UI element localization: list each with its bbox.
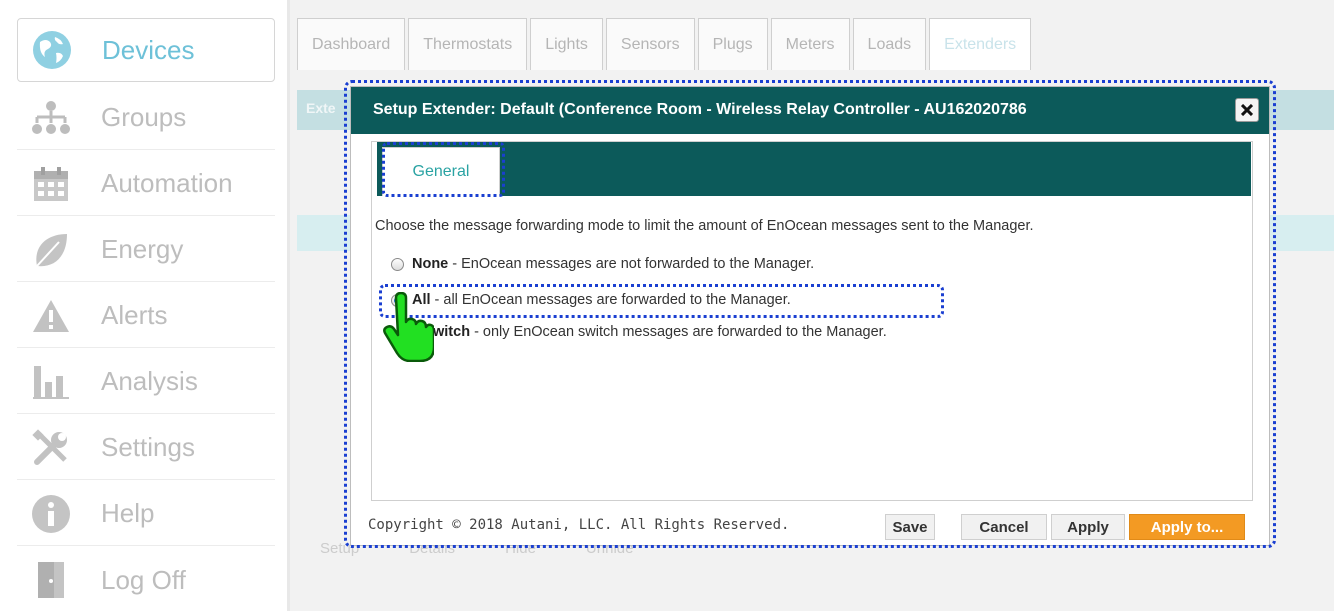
save-button[interactable]: Save <box>885 514 935 540</box>
option-none-text: - EnOcean messages are not forwarded to … <box>452 256 815 272</box>
apply-to-button[interactable]: Apply to... <box>1129 514 1245 540</box>
org-chart-icon <box>29 96 73 140</box>
leaf-icon <box>29 228 73 272</box>
apply-button[interactable]: Apply <box>1051 514 1125 540</box>
sidebar-item-label: Automation <box>101 168 233 198</box>
sidebar-item-groups[interactable]: Groups <box>17 86 275 150</box>
tab-thermostats[interactable]: Thermostats <box>408 18 528 70</box>
sidebar-item-label: Energy <box>101 234 184 264</box>
sidebar-item-energy[interactable]: Energy <box>17 218 275 282</box>
option-none-name: None <box>412 256 449 272</box>
sidebar-item-log-off[interactable]: Log Off <box>17 548 275 612</box>
sidebar-item-automation[interactable]: Automation <box>17 152 275 216</box>
dialog-header: Setup Extender: Default (Conference Room… <box>351 87 1269 134</box>
radio-none[interactable] <box>391 257 404 271</box>
sidebar-item-label: Devices <box>102 34 195 65</box>
tab-plugs[interactable]: Plugs <box>697 18 768 70</box>
forwarding-description: Choose the message forwarding mode to li… <box>375 218 1034 234</box>
sidebar-item-analysis[interactable]: Analysis <box>17 350 275 414</box>
option-all-text: - all EnOcean messages are forwarded to … <box>434 292 791 308</box>
bar-chart-icon <box>29 360 73 404</box>
tab-extenders[interactable]: Extenders <box>929 18 1032 70</box>
dialog-tabbar: General <box>377 142 1251 197</box>
option-switch[interactable]: witch - only EnOcean switch messages are… <box>391 324 887 340</box>
option-all[interactable]: All - all EnOcean messages are forwarded… <box>391 292 791 308</box>
sidebar-item-label: Log Off <box>101 564 186 595</box>
tab-general[interactable]: General <box>382 147 500 196</box>
dialog-title: Setup Extender: Default (Conference Room… <box>373 101 1027 118</box>
dialog-footer: Copyright © 2018 Autani, LLC. All Rights… <box>351 506 1269 546</box>
option-switch-name: witch <box>433 324 471 340</box>
tab-lights[interactable]: Lights <box>530 18 603 70</box>
option-none[interactable]: None - EnOcean messages are not forwarde… <box>391 256 814 272</box>
tab-dashboard[interactable]: Dashboard <box>297 18 406 70</box>
sidebar: Devices Groups Automation Energy Alerts … <box>0 0 287 611</box>
close-icon <box>1241 104 1253 116</box>
option-switch-text: - only EnOcean switch messages are forwa… <box>474 324 887 340</box>
sidebar-item-label: Analysis <box>101 366 198 396</box>
tools-icon <box>29 426 73 470</box>
tab-meters[interactable]: Meters <box>770 18 850 70</box>
sidebar-item-label: Settings <box>101 432 195 462</box>
sidebar-item-label: Groups <box>101 102 187 132</box>
sidebar-item-help[interactable]: Help <box>17 482 275 546</box>
close-button[interactable] <box>1235 98 1259 122</box>
dialog-content: General Choose the message forwarding mo… <box>371 141 1253 501</box>
sidebar-item-label: Alerts <box>101 300 168 330</box>
device-tabs: Dashboard Thermostats Lights Sensors Plu… <box>297 18 1034 71</box>
info-icon <box>29 492 73 536</box>
sidebar-item-settings[interactable]: Settings <box>17 416 275 480</box>
hand-pointer-icon <box>383 292 434 362</box>
cancel-button[interactable]: Cancel <box>961 514 1047 540</box>
tab-loads[interactable]: Loads <box>852 18 927 70</box>
globe-icon <box>30 28 74 72</box>
calendar-icon <box>29 162 73 206</box>
extenders-header-label: Exte <box>306 100 336 116</box>
copyright-text: Copyright © 2018 Autani, LLC. All Rights… <box>368 517 790 533</box>
sidebar-item-alerts[interactable]: Alerts <box>17 284 275 348</box>
setup-extender-dialog: Setup Extender: Default (Conference Room… <box>350 86 1270 546</box>
door-icon <box>29 558 73 602</box>
sidebar-item-devices[interactable]: Devices <box>17 18 275 82</box>
tab-sensors[interactable]: Sensors <box>605 18 695 70</box>
warning-icon <box>29 294 73 338</box>
sidebar-item-label: Help <box>101 498 155 528</box>
